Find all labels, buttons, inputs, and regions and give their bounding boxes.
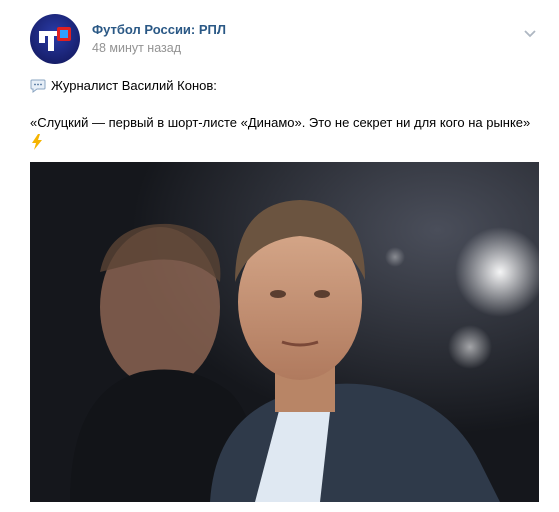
speech-bubble-icon — [30, 79, 46, 93]
post-photo[interactable] — [30, 162, 539, 502]
chevron-down-icon[interactable] — [523, 26, 537, 40]
post-quote-text: «Слуцкий — первый в шорт-листе «Динамо».… — [30, 115, 531, 130]
community-name-link[interactable]: Футбол России: РПЛ — [92, 22, 226, 37]
lightning-icon — [30, 134, 44, 150]
community-logo-icon — [39, 27, 71, 51]
post-text-line-1-label: Журналист Василий Конов: — [51, 78, 217, 93]
community-avatar[interactable] — [30, 14, 80, 64]
post-text-line-1: Журналист Василий Конов: — [30, 78, 217, 93]
post-card: Футбол России: РПЛ 48 минут назад Журнал… — [0, 0, 559, 512]
photo-two-men-icon — [30, 162, 539, 502]
post-timestamp[interactable]: 48 минут назад — [92, 41, 181, 55]
